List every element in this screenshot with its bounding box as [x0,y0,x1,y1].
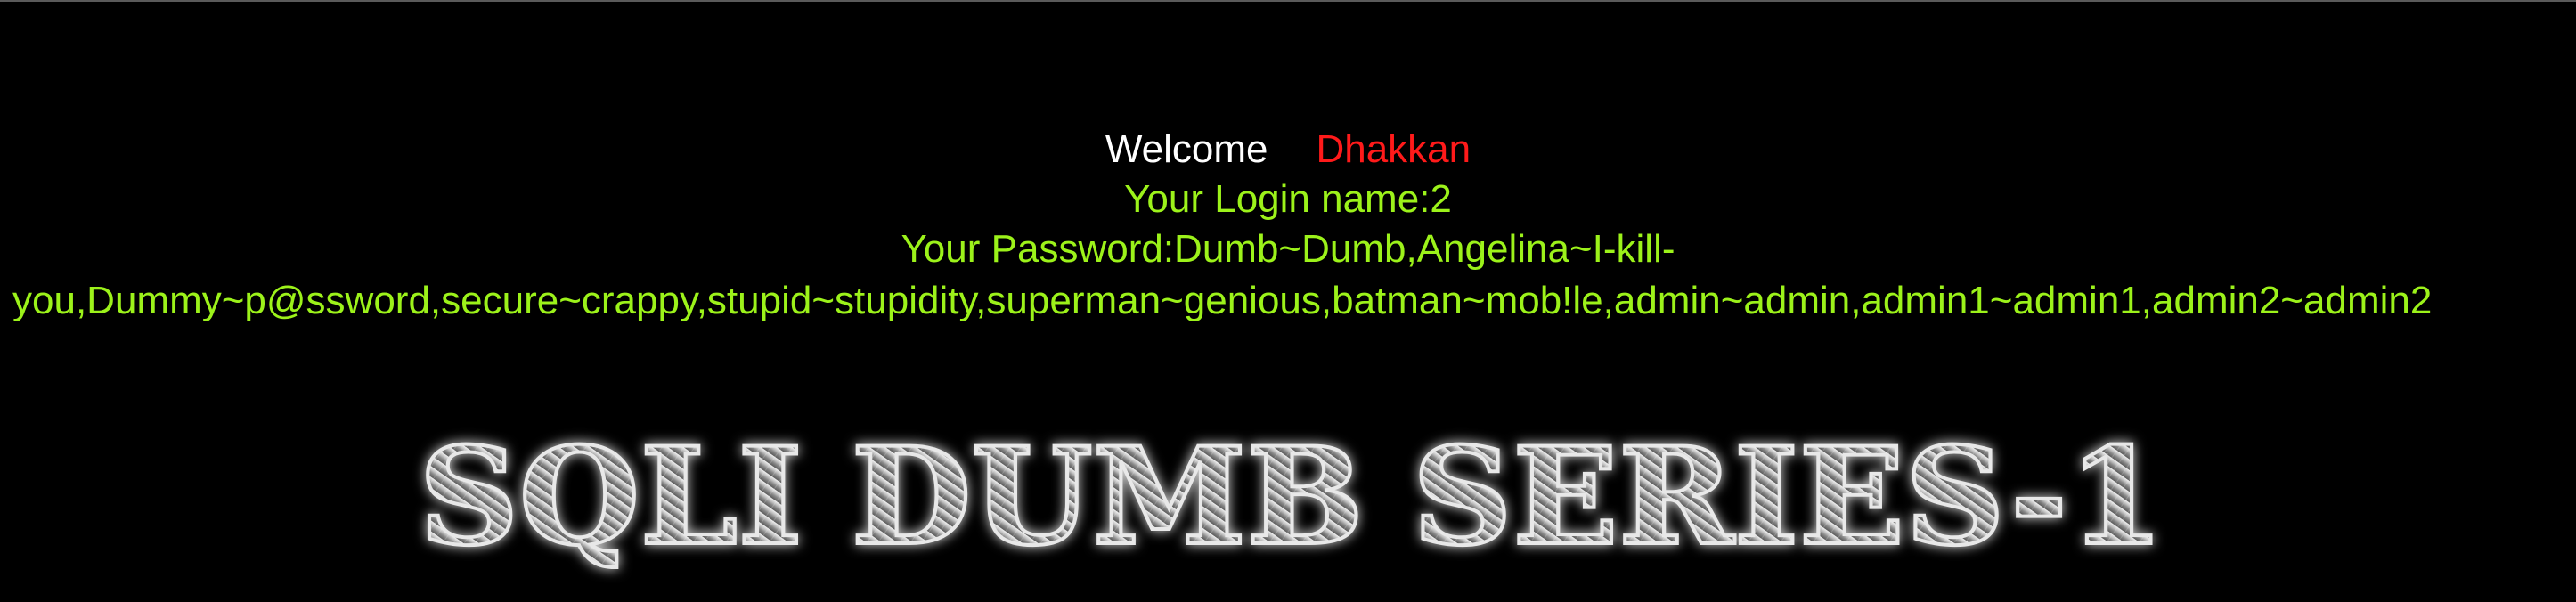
login-name-result: Your Login name:2 [1124,177,1452,221]
password-result-line1: Your Password:Dumb~Dumb,Angelina~I-kill- [901,227,1675,271]
welcome-username: Dhakkan [1316,127,1471,171]
banner-title: SQLI DUMB SERIES-1 [419,419,2164,575]
password-result-line2: you,Dummy~p@ssword,secure~crappy,stupid~… [12,279,2433,322]
welcome-label: Welcome [1105,127,1268,171]
top-border [0,0,2576,2]
sqli-dumb-series-banner: SQLI DUMB SERIES-1 [410,419,2173,597]
welcome-message: Welcome Dhakkan [0,125,2576,175]
